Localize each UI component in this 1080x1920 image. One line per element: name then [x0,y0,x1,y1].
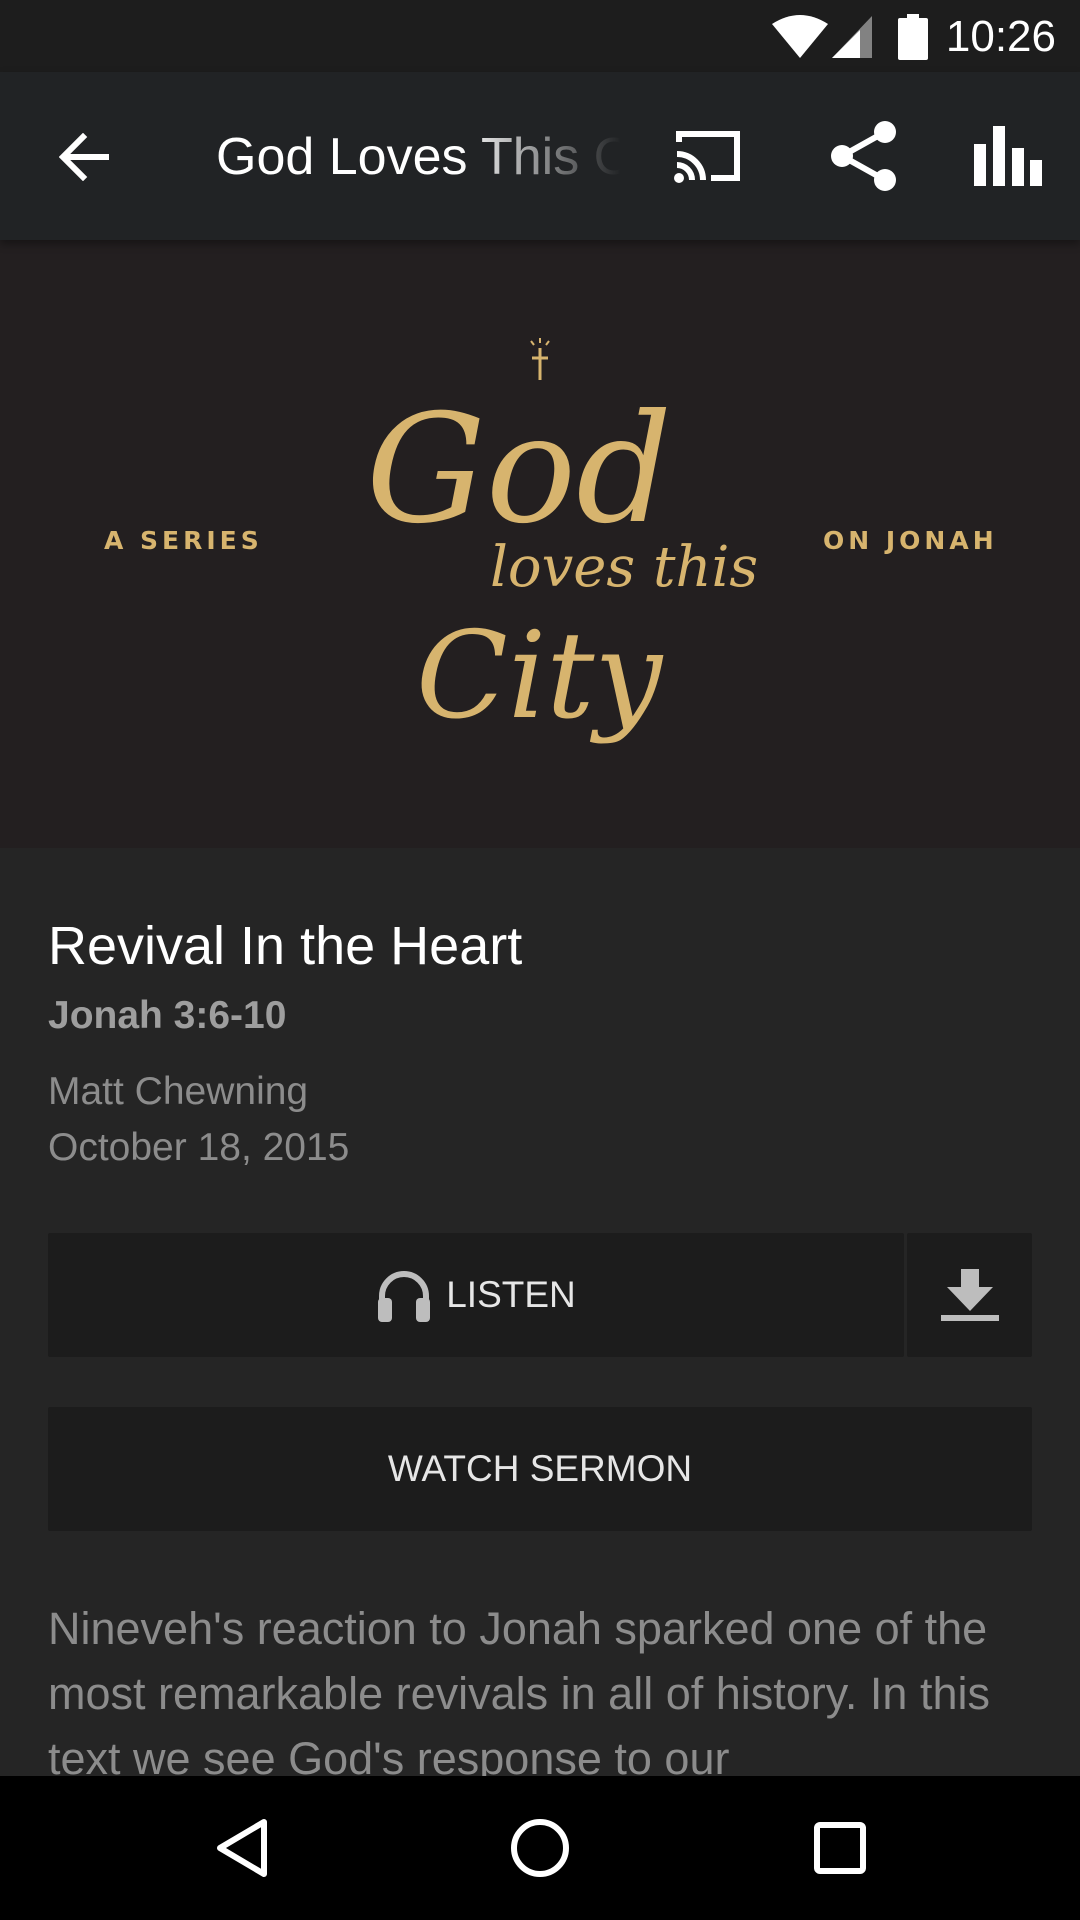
cross-icon [530,338,550,380]
listen-button[interactable]: LISTEN [48,1233,904,1357]
cast-icon[interactable] [673,128,743,184]
script-words-loves-this: loves this [490,535,759,600]
equalizer-icon[interactable] [974,126,1042,186]
download-button[interactable] [907,1233,1032,1357]
series-right-text: ON JONAH [823,526,998,555]
download-icon [940,1269,999,1321]
status-bar: 10:26 [0,0,1080,72]
series-left-text: A SERIES [104,526,263,555]
cellular-signal-icon [832,16,872,58]
back-triangle-icon[interactable] [214,1818,270,1878]
listen-label: LISTEN [446,1274,576,1315]
status-time: 10:26 [945,12,1056,61]
watch-sermon-button[interactable]: WATCH SERMON [48,1407,1032,1531]
battery-icon [898,14,928,60]
script-word-city: City [416,607,663,746]
wifi-icon [772,15,828,58]
series-artwork: A SERIES ON JONAH God loves this City [0,240,1080,848]
watch-sermon-label: WATCH SERMON [387,1448,693,1489]
app-bar: God Loves This City [0,72,1080,240]
app-bar-title-wrap: God Loves This City [216,122,621,192]
scripture-passage: Jonah 3:6-10 [48,994,287,1037]
sermon-detail-screen: 10:26 God Loves This City [0,0,1080,1920]
recents-square-icon[interactable] [814,1822,866,1874]
home-circle-icon[interactable] [510,1818,570,1878]
back-arrow-icon[interactable] [59,133,109,181]
sermon-description: Nineveh's reaction to Jonah sparked one … [48,1603,990,1784]
headphones-icon [378,1271,431,1322]
sermon-title: Revival In the Heart [48,916,523,976]
script-word-god: God [366,383,673,557]
page-title: God Loves This City [216,128,621,186]
sermon-date: October 18, 2015 [48,1126,350,1169]
speaker-name: Matt Chewning [48,1070,309,1113]
share-icon[interactable] [829,120,899,192]
system-nav-bar [0,1776,1080,1920]
